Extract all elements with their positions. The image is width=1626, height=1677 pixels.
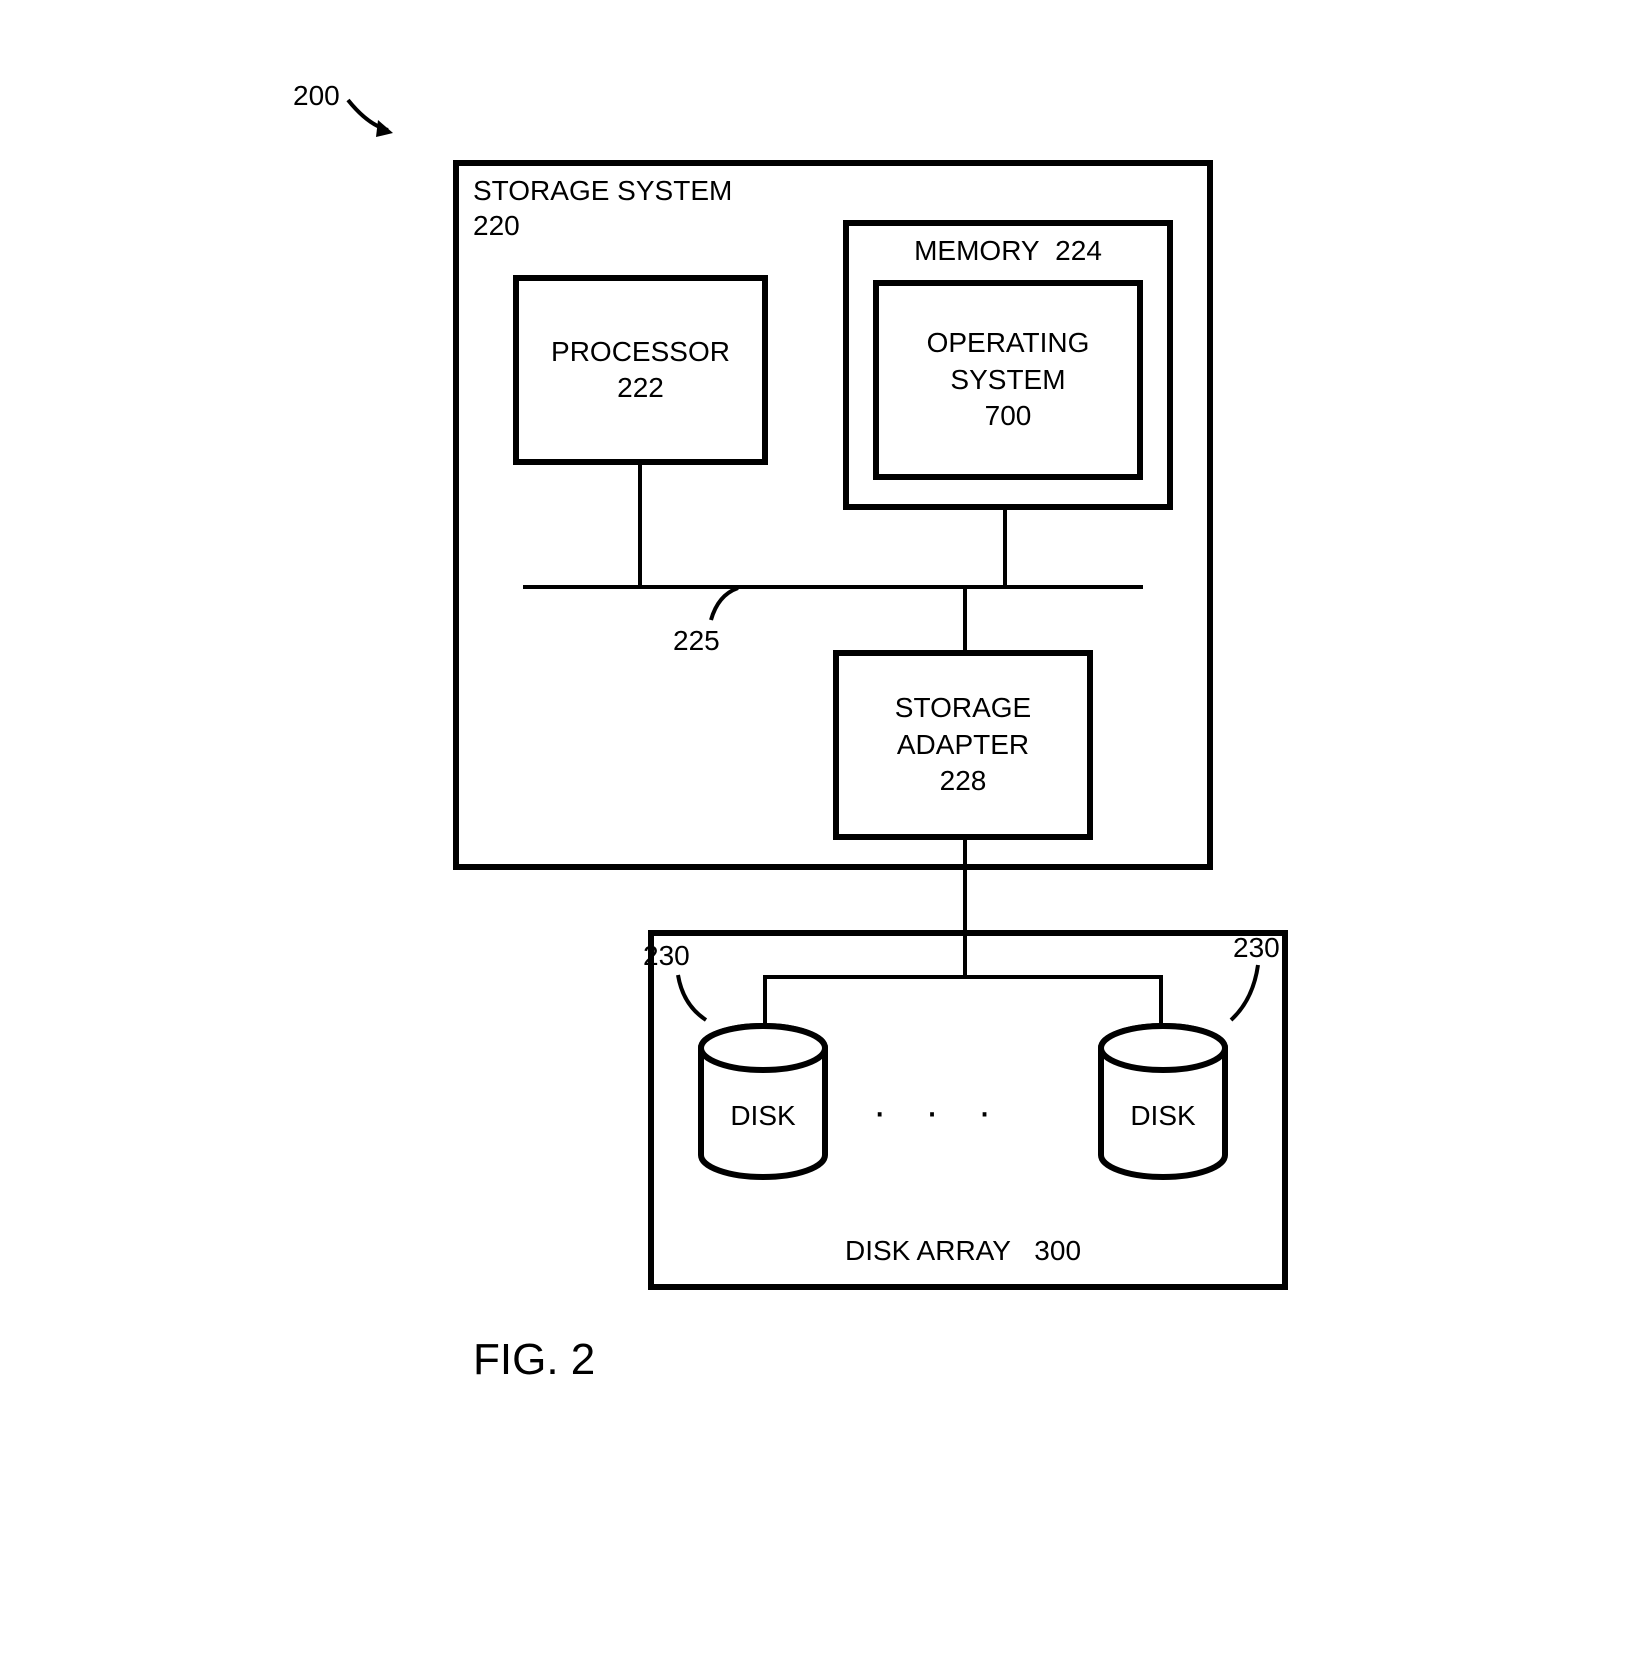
storage-adapter-text: STORAGE ADAPTER — [895, 692, 1031, 759]
bus-ref: 225 — [673, 625, 720, 657]
processor-box: PROCESSOR 222 — [513, 275, 768, 465]
ellipsis-icon: · · · — [873, 1090, 1005, 1135]
storage-adapter-box: STORAGE ADAPTER 228 — [833, 650, 1093, 840]
array-internal-h — [763, 975, 1163, 979]
diagram-canvas: 200 STORAGE SYSTEM 220 PROCESSOR 222 MEM… — [263, 40, 1363, 1440]
processor-bus-connector — [638, 465, 642, 587]
memory-ref: 224 — [1055, 235, 1102, 266]
processor-ref: 222 — [617, 372, 664, 403]
ref-arrow-icon — [343, 85, 403, 145]
memory-bus-connector — [1003, 510, 1007, 587]
processor-label: PROCESSOR 222 — [551, 334, 730, 407]
disk-array-ref: 300 — [1034, 1235, 1081, 1266]
operating-system-ref: 700 — [985, 400, 1032, 431]
bus-ref-curve-icon — [703, 585, 753, 630]
operating-system-box: OPERATING SYSTEM 700 — [873, 280, 1143, 480]
disk2-connector — [1159, 975, 1163, 1025]
storage-adapter-label: STORAGE ADAPTER 228 — [839, 690, 1087, 799]
disk-2-label: DISK — [1093, 1100, 1233, 1132]
processor-text: PROCESSOR — [551, 336, 730, 367]
storage-adapter-ref: 228 — [940, 765, 987, 796]
disk-1-ref: 230 — [643, 940, 690, 972]
disk1-connector — [763, 975, 767, 1025]
memory-label: MEMORY 224 — [888, 235, 1128, 267]
storage-system-label: STORAGE SYSTEM — [473, 175, 732, 207]
disk1-ref-curve-icon — [668, 970, 718, 1030]
disk-array-text: DISK ARRAY — [845, 1235, 1011, 1266]
array-internal-v — [963, 933, 967, 978]
storage-system-text: STORAGE SYSTEM — [473, 175, 732, 206]
disk-1: DISK — [693, 1020, 833, 1195]
disk-2-ref: 230 — [1233, 932, 1280, 964]
disk2-ref-curve-icon — [1223, 960, 1283, 1030]
operating-system-text: OPERATING SYSTEM — [927, 327, 1090, 394]
bus-line — [523, 585, 1143, 589]
disk-2: DISK — [1093, 1020, 1233, 1195]
disk-1-label: DISK — [693, 1100, 833, 1132]
bus-adapter-connector — [963, 585, 967, 650]
disk-array-label: DISK ARRAY 300 — [813, 1235, 1113, 1267]
memory-text: MEMORY — [914, 235, 1040, 266]
operating-system-label: OPERATING SYSTEM 700 — [879, 325, 1137, 434]
storage-system-ref: 220 — [473, 210, 520, 242]
figure-ref: 200 — [293, 80, 340, 112]
figure-title: FIG. 2 — [473, 1335, 595, 1385]
